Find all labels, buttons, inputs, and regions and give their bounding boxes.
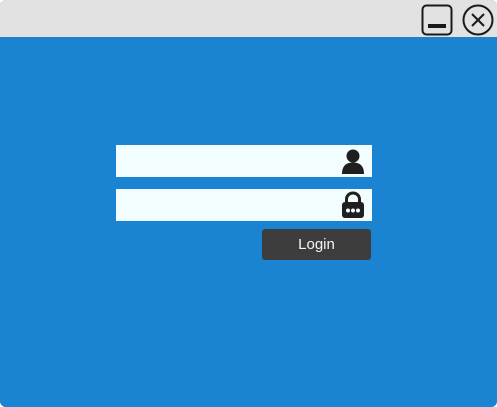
password-field-container — [116, 189, 372, 221]
close-circle-icon — [462, 4, 494, 36]
login-button[interactable]: Login — [262, 229, 371, 260]
minimize-icon — [421, 4, 453, 36]
username-field-container — [116, 145, 372, 177]
password-input[interactable] — [116, 189, 338, 221]
lock-icon — [342, 191, 364, 218]
username-input[interactable] — [116, 145, 338, 177]
login-window: Login — [0, 0, 497, 407]
login-panel: Login — [0, 37, 497, 407]
user-icon — [342, 149, 364, 174]
title-bar — [0, 0, 497, 37]
minimize-button[interactable] — [421, 4, 453, 36]
close-button[interactable] — [462, 4, 494, 36]
